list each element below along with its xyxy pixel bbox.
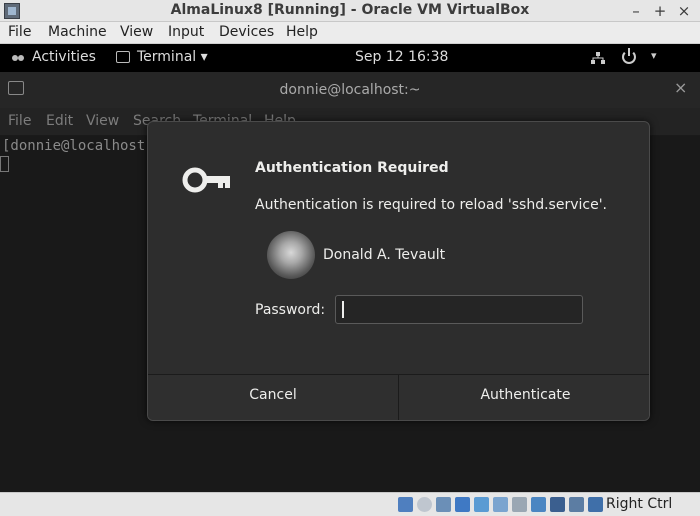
harddisk-icon[interactable] <box>398 497 413 512</box>
terminal-app-icon <box>116 51 130 63</box>
power-icon <box>622 48 636 64</box>
authenticate-button[interactable]: Authenticate <box>400 375 649 420</box>
system-menu-arrow-icon[interactable]: ▾ <box>651 49 657 62</box>
activities-icon <box>12 55 24 61</box>
menu-file[interactable]: File <box>8 24 31 40</box>
gnome-top-bar: Activities Terminal ▾ Sep 12 16:38 ▾ <box>0 44 700 72</box>
network-icon <box>591 52 605 64</box>
terminal-cursor <box>0 156 9 172</box>
terminal-header-bar: donnie@localhost:~ × <box>0 72 700 108</box>
terminal-menu-file[interactable]: File <box>8 113 31 129</box>
user-avatar <box>267 231 315 279</box>
host-window-title: AlmaLinux8 [Running] - Oracle VM Virtual… <box>170 2 530 18</box>
recording-icon[interactable] <box>531 497 546 512</box>
audio-icon[interactable] <box>436 497 451 512</box>
host-status-bar: Right Ctrl <box>0 492 700 516</box>
dialog-title: Authentication Required <box>255 160 449 176</box>
dialog-button-row: Cancel Authenticate <box>148 374 649 420</box>
terminal-menu-edit[interactable]: Edit <box>46 113 73 129</box>
menu-machine[interactable]: Machine <box>48 24 107 40</box>
menu-view[interactable]: View <box>120 24 153 40</box>
cancel-button[interactable]: Cancel <box>148 375 399 420</box>
menu-help[interactable]: Help <box>286 24 318 40</box>
shared-folders-icon[interactable] <box>493 497 508 512</box>
menu-input[interactable]: Input <box>168 24 204 40</box>
optical-drive-icon[interactable] <box>417 497 432 512</box>
clock[interactable]: Sep 12 16:38 <box>355 49 448 65</box>
network-adapter-icon[interactable] <box>455 497 470 512</box>
activities-button[interactable]: Activities <box>32 49 96 65</box>
host-key-icon[interactable] <box>588 497 603 512</box>
cpu-icon[interactable] <box>550 497 565 512</box>
key-icon <box>182 167 230 193</box>
maximize-button[interactable]: + <box>650 1 670 21</box>
mouse-integration-icon[interactable] <box>569 497 584 512</box>
app-menu-terminal[interactable]: Terminal ▾ <box>137 49 208 65</box>
usb-icon[interactable] <box>474 497 489 512</box>
text-caret <box>342 301 344 318</box>
password-label: Password: <box>255 302 326 318</box>
authentication-dialog: Authentication Required Authentication i… <box>147 121 650 421</box>
dialog-message: Authentication is required to reload 'ss… <box>255 197 607 213</box>
host-menu-bar: File Machine View Input Devices Help <box>0 22 700 44</box>
terminal-menu-view[interactable]: View <box>86 113 119 129</box>
display-icon[interactable] <box>512 497 527 512</box>
minimize-button[interactable]: – <box>626 1 646 21</box>
menu-devices[interactable]: Devices <box>219 24 274 40</box>
close-button[interactable]: × <box>674 1 694 21</box>
host-title-bar: AlmaLinux8 [Running] - Oracle VM Virtual… <box>0 0 700 22</box>
host-key-label: Right Ctrl <box>606 496 673 512</box>
terminal-close-button[interactable]: × <box>674 78 687 97</box>
password-input[interactable] <box>335 295 583 324</box>
terminal-window-title: donnie@localhost:~ <box>279 82 421 98</box>
user-name: Donald A. Tevault <box>323 247 446 263</box>
